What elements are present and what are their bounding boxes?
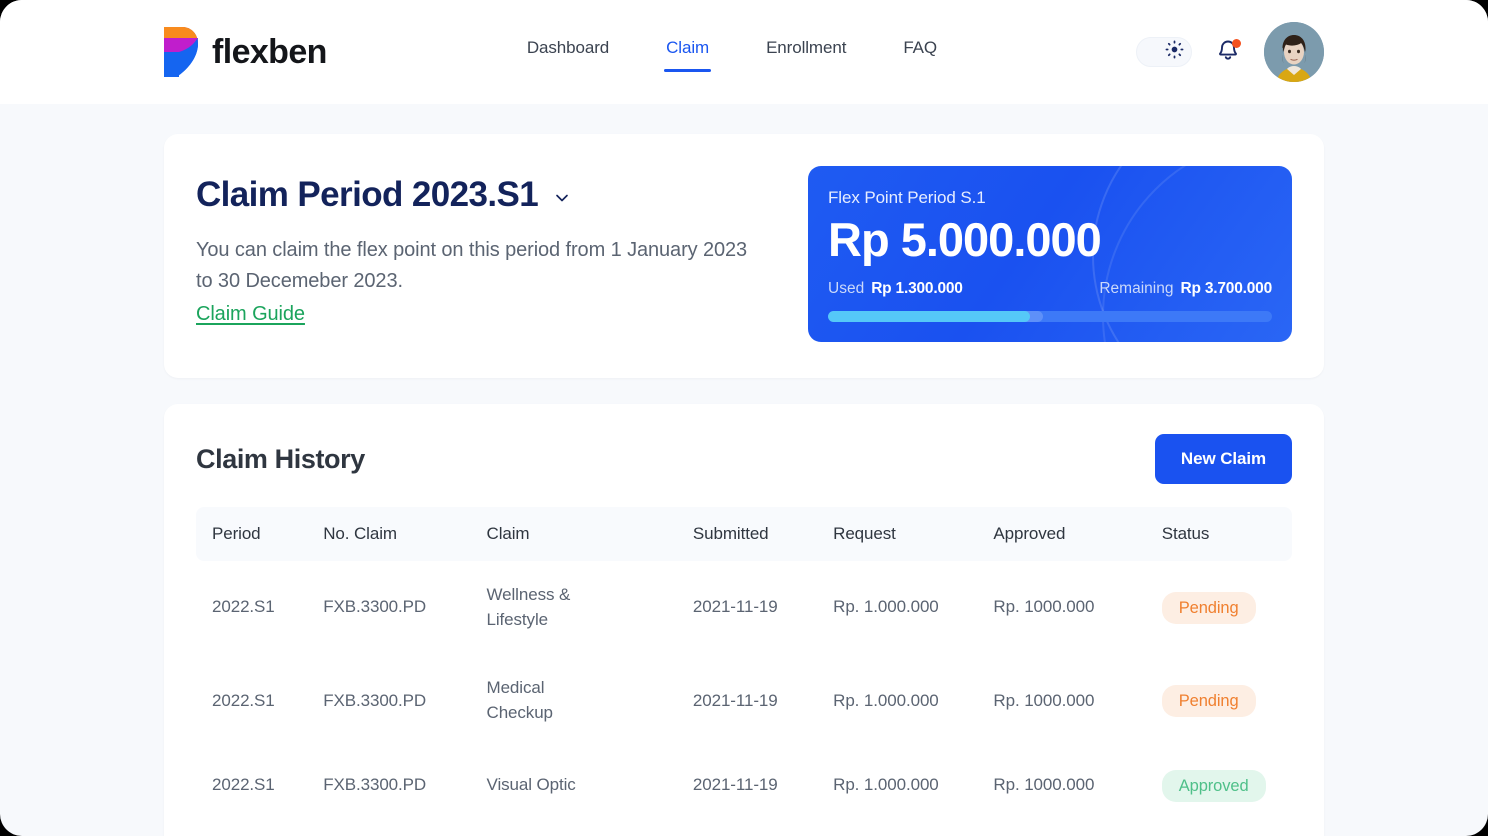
progress-fill [828, 311, 1030, 322]
cell-request: Rp. 1.000.000 [833, 654, 993, 747]
column-header-period[interactable]: Period [196, 507, 323, 561]
avatar[interactable] [1264, 22, 1324, 82]
cell-request: Rp. 1.000.000 [833, 748, 993, 824]
cell-period: 2022.S1 [196, 654, 323, 747]
cell-claim: Medical Checkup [487, 654, 693, 747]
status-badge: Pending [1162, 685, 1256, 717]
cell-submitted: 2021-11-19 [693, 654, 833, 747]
cell-submitted: 2021-11-19 [693, 748, 833, 824]
claim-period-card: Claim Period 2023.S1 You can claim the f… [164, 134, 1324, 378]
table-header: Period No. Claim Claim Submitted Request… [196, 507, 1292, 561]
flexben-logo-icon [164, 27, 198, 77]
chevron-down-icon[interactable] [552, 188, 572, 208]
cell-approved: Rp. 1000.000 [993, 654, 1161, 747]
cell-claim: Visual Optic [487, 748, 693, 824]
cell-status: Pending [1162, 561, 1292, 654]
table-row[interactable]: 2022.S1 FXB.3300.PD Wellness & Lifestyle… [196, 824, 1292, 836]
cell-no-claim: FXB.3300.PD [323, 654, 486, 747]
nav-item-enrollment[interactable]: Enrollment [766, 32, 846, 72]
table-body: 2022.S1 FXB.3300.PD Wellness & Lifestyle… [196, 561, 1292, 836]
claim-period-title-row: Claim Period 2023.S1 [196, 176, 808, 215]
column-header-status[interactable]: Status [1162, 507, 1292, 561]
cell-claim-text: Visual Optic [487, 773, 607, 798]
claim-history-header: Claim History New Claim [196, 434, 1292, 484]
claim-period-info: Claim Period 2023.S1 You can claim the f… [196, 166, 808, 326]
remaining-label: Remaining [1099, 280, 1173, 298]
claim-period-description: You can claim the flex point on this per… [196, 235, 756, 297]
remaining-value: Rp 3.700.000 [1180, 280, 1272, 298]
claim-history-table: Period No. Claim Claim Submitted Request… [196, 507, 1292, 836]
cell-status: Pending [1162, 654, 1292, 747]
column-header-approved[interactable]: Approved [993, 507, 1161, 561]
flex-point-progress-bar [828, 311, 1272, 322]
column-header-submitted[interactable]: Submitted [693, 507, 833, 561]
header-actions [1136, 22, 1324, 82]
cell-period: 2022.S1 [196, 561, 323, 654]
flex-point-card: Flex Point Period S.1 Rp 5.000.000 Used … [808, 166, 1292, 342]
cell-no-claim: FXB.3300.PD [323, 748, 486, 824]
cell-claim: Wellness & Lifestyle [487, 824, 693, 836]
sun-icon [1165, 40, 1184, 64]
cell-approved: Rp. 1000.000 [993, 824, 1161, 836]
flex-point-stats: Used Rp 1.300.000 Remaining Rp 3.700.000 [828, 280, 1272, 298]
table-row[interactable]: 2022.S1 FXB.3300.PD Visual Optic 2021-11… [196, 748, 1292, 824]
cell-submitted: 2021-11-19 [693, 824, 833, 836]
app-header: flexben Dashboard Claim Enrollment FAQ [0, 0, 1488, 104]
page-title: Claim Period 2023.S1 [196, 176, 538, 215]
cell-status: Approved [1162, 748, 1292, 824]
cell-approved: Rp. 1000.000 [993, 561, 1161, 654]
column-header-request[interactable]: Request [833, 507, 993, 561]
cell-status: Approved [1162, 824, 1292, 836]
table-row[interactable]: 2022.S1 FXB.3300.PD Wellness & Lifestyle… [196, 561, 1292, 654]
claim-history-card: Claim History New Claim Period No. Claim… [164, 404, 1324, 836]
column-header-no-claim[interactable]: No. Claim [323, 507, 486, 561]
cell-request: Rp. 1.000.000 [833, 561, 993, 654]
notifications-button[interactable] [1214, 38, 1242, 66]
table-header-row: Period No. Claim Claim Submitted Request… [196, 507, 1292, 561]
status-badge: Pending [1162, 592, 1256, 624]
page-content: Claim Period 2023.S1 You can claim the f… [0, 104, 1488, 836]
nav-item-dashboard[interactable]: Dashboard [527, 32, 609, 72]
cell-period: 2022.S1 [196, 824, 323, 836]
claim-history-title: Claim History [196, 444, 365, 475]
cell-request: Rp. 1.000.000 [833, 824, 993, 836]
cell-no-claim: FXB.3300.PD [323, 824, 486, 836]
cell-claim: Wellness & Lifestyle [487, 561, 693, 654]
status-badge: Approved [1162, 770, 1266, 802]
cell-claim-text: Medical Checkup [487, 676, 607, 725]
flex-point-amount: Rp 5.000.000 [828, 214, 1272, 266]
cell-approved: Rp. 1000.000 [993, 748, 1161, 824]
claim-guide-link[interactable]: Claim Guide [196, 303, 305, 326]
cell-no-claim: FXB.3300.PD [323, 561, 486, 654]
flex-point-label: Flex Point Period S.1 [828, 188, 1272, 208]
cell-submitted: 2021-11-19 [693, 561, 833, 654]
cell-claim-text: Wellness & Lifestyle [487, 583, 607, 632]
cell-period: 2022.S1 [196, 748, 323, 824]
theme-toggle[interactable] [1136, 37, 1192, 67]
notification-badge-dot [1232, 39, 1241, 48]
table-row[interactable]: 2022.S1 FXB.3300.PD Medical Checkup 2021… [196, 654, 1292, 747]
main-nav: Dashboard Claim Enrollment FAQ [527, 32, 937, 72]
nav-item-claim[interactable]: Claim [666, 32, 709, 72]
brand-logo[interactable]: flexben [164, 27, 327, 77]
brand-name: flexben [212, 35, 327, 69]
app-window: flexben Dashboard Claim Enrollment FAQ [0, 0, 1488, 836]
new-claim-button[interactable]: New Claim [1155, 434, 1292, 484]
column-header-claim[interactable]: Claim [487, 507, 693, 561]
used-label: Used [828, 280, 864, 298]
nav-item-faq[interactable]: FAQ [903, 32, 937, 72]
used-value: Rp 1.300.000 [871, 280, 963, 298]
